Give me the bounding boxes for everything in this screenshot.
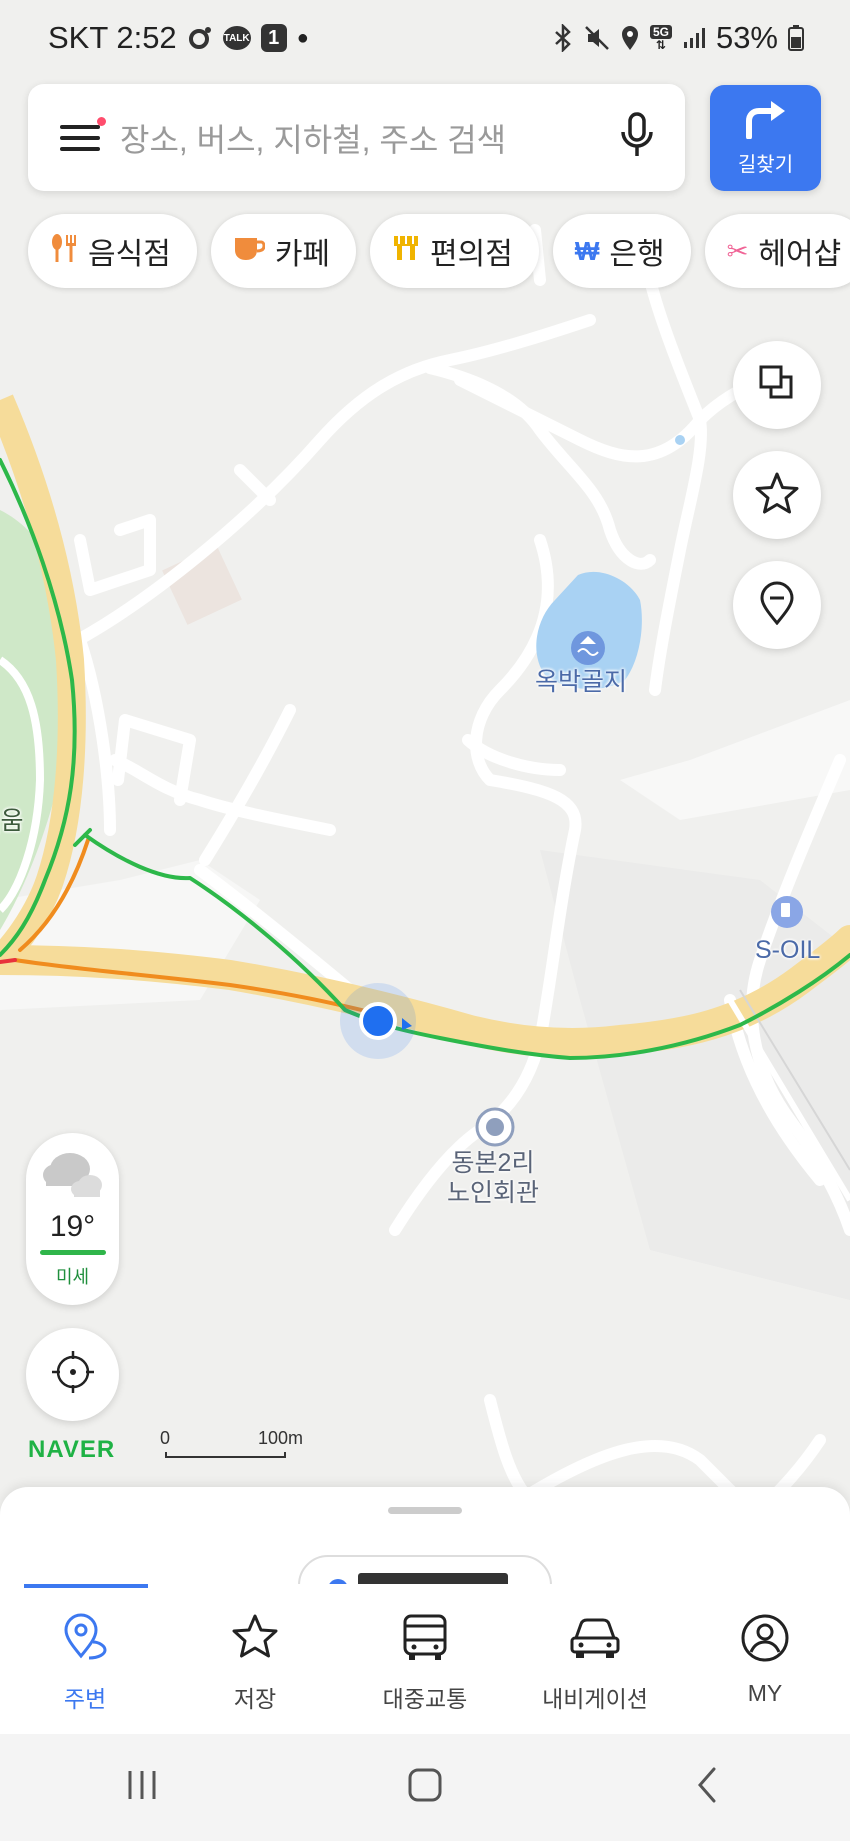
star-outline-icon <box>229 1612 281 1670</box>
tab-saved-label: 저장 <box>233 1686 277 1712</box>
scale-end: 100m <box>258 1428 304 1448</box>
bus-icon <box>399 1612 451 1670</box>
chip-bank[interactable]: ₩ 은행 <box>552 214 691 288</box>
coffee-cup-icon <box>233 234 266 269</box>
status-bar: SKT 2:52 TALK 1 ● 5G ⇅ 53% <box>0 0 850 76</box>
crosshair-icon <box>50 1349 96 1400</box>
senior-center-line1: 동본2리 <box>451 1149 535 1177</box>
chip-bank-label: 은행 <box>609 238 665 271</box>
route-button-label: 길찾기 <box>737 154 794 176</box>
cloud-icon <box>40 1147 106 1206</box>
signal-icon <box>682 26 706 50</box>
battery-icon <box>788 25 804 51</box>
scale-start: 0 <box>160 1428 171 1448</box>
pond-label[interactable]: 옥박골지 <box>535 667 627 697</box>
fork-knife-icon <box>50 233 78 270</box>
tab-transit[interactable]: 대중교통 <box>340 1584 510 1734</box>
tab-my[interactable]: MY <box>680 1584 850 1734</box>
route-button[interactable]: 길찾기 <box>710 85 821 191</box>
bottom-sheet[interactable] <box>0 1487 850 1615</box>
star-icon <box>754 471 800 520</box>
naver-logo: NAVER <box>28 1436 116 1463</box>
network-5g-icon: 5G ⇅ <box>649 25 672 52</box>
status-left: SKT 2:52 TALK 1 ● <box>48 20 309 56</box>
senior-center-line2: 노인회관 <box>447 1179 540 1207</box>
won-icon: ₩ <box>574 235 600 266</box>
tab-transit-label: 대중교통 <box>382 1686 468 1712</box>
category-chips: 음식점 카페 편의점 ₩ 은행 ✂ 헤어샵 <box>28 214 850 290</box>
kakaotalk-icon: TALK <box>222 26 251 50</box>
layers-button[interactable] <box>733 341 821 429</box>
tab-saved[interactable]: 저장 <box>170 1584 340 1734</box>
data-arrows-icon: ⇅ <box>655 38 666 52</box>
back-icon[interactable] <box>688 1765 728 1810</box>
current-location-button[interactable] <box>26 1328 119 1421</box>
sheet-drag-handle[interactable] <box>388 1507 462 1514</box>
chip-hair-salon[interactable]: ✂ 헤어샵 <box>704 214 850 288</box>
network-label: 5G <box>649 25 672 39</box>
current-location-marker <box>359 1002 397 1040</box>
status-right: 5G ⇅ 53% <box>552 20 804 56</box>
home-icon[interactable] <box>405 1765 445 1810</box>
map-pin-minus-icon <box>759 581 795 630</box>
location-pin-icon <box>59 1612 111 1670</box>
search-input[interactable]: 장소, 버스, 지하철, 주소 검색 <box>120 115 619 161</box>
microphone-icon[interactable] <box>619 112 655 163</box>
chip-restaurant-label: 음식점 <box>88 238 171 271</box>
edge-place-label: |움 <box>0 807 24 835</box>
more-notifications-dot-icon: ● <box>296 26 309 49</box>
chip-cafe[interactable]: 카페 <box>210 214 357 288</box>
scissors-icon: ✂ <box>726 235 749 266</box>
tab-navigation[interactable]: 내비게이션 <box>510 1584 680 1734</box>
map-scale: 0 100m <box>160 1428 304 1458</box>
chip-cafe-label: 카페 <box>274 238 331 271</box>
dust-label: 미세 <box>55 1267 90 1287</box>
tab-nearby-label: 주변 <box>63 1686 107 1712</box>
weather-widget[interactable]: 19° 미세 <box>26 1133 119 1305</box>
chip-restaurant[interactable]: 음식점 <box>28 214 197 288</box>
chip-convenience-store-label: 편의점 <box>430 238 513 271</box>
temperature: 19° <box>49 1210 96 1243</box>
tab-my-label: MY <box>747 1680 783 1706</box>
tab-navigation-label: 내비게이션 <box>542 1686 648 1712</box>
bottom-tab-bar: 주변 저장 대중교통 내비게이션 MY <box>0 1584 850 1734</box>
notification-count-badge: 1 <box>260 24 287 52</box>
carrier-time: SKT 2:52 <box>48 20 177 55</box>
menu-icon[interactable] <box>60 116 106 153</box>
location-pin-button[interactable] <box>733 561 821 649</box>
bluetooth-icon <box>552 24 574 52</box>
system-navigation-bar <box>0 1734 850 1841</box>
active-tab-indicator <box>24 1584 148 1588</box>
location-icon <box>620 25 640 51</box>
gas-station-label[interactable]: S-OIL <box>755 935 820 965</box>
layers-icon <box>757 363 797 408</box>
battery-percent: 53% <box>715 20 778 55</box>
menu-badge-dot <box>97 116 106 126</box>
recent-apps-icon[interactable] <box>122 1765 162 1810</box>
turn-right-arrow-icon <box>741 99 791 144</box>
senior-center-label[interactable]: 동본2리 노인회관 <box>447 1148 539 1208</box>
search-bar[interactable]: 장소, 버스, 지하철, 주소 검색 <box>28 84 685 191</box>
mute-icon <box>584 25 610 51</box>
chip-hair-salon-label: 헤어샵 <box>758 238 842 271</box>
scale-bar <box>165 1452 286 1458</box>
chip-convenience-store[interactable]: 편의점 <box>370 214 539 288</box>
car-icon <box>568 1612 622 1670</box>
profile-icon <box>739 1612 791 1670</box>
favorites-button[interactable] <box>733 451 821 539</box>
tab-nearby[interactable]: 주변 <box>0 1584 170 1734</box>
dust-level-bar <box>39 1250 106 1255</box>
sync-icon <box>187 25 213 51</box>
store-icon <box>392 234 420 269</box>
